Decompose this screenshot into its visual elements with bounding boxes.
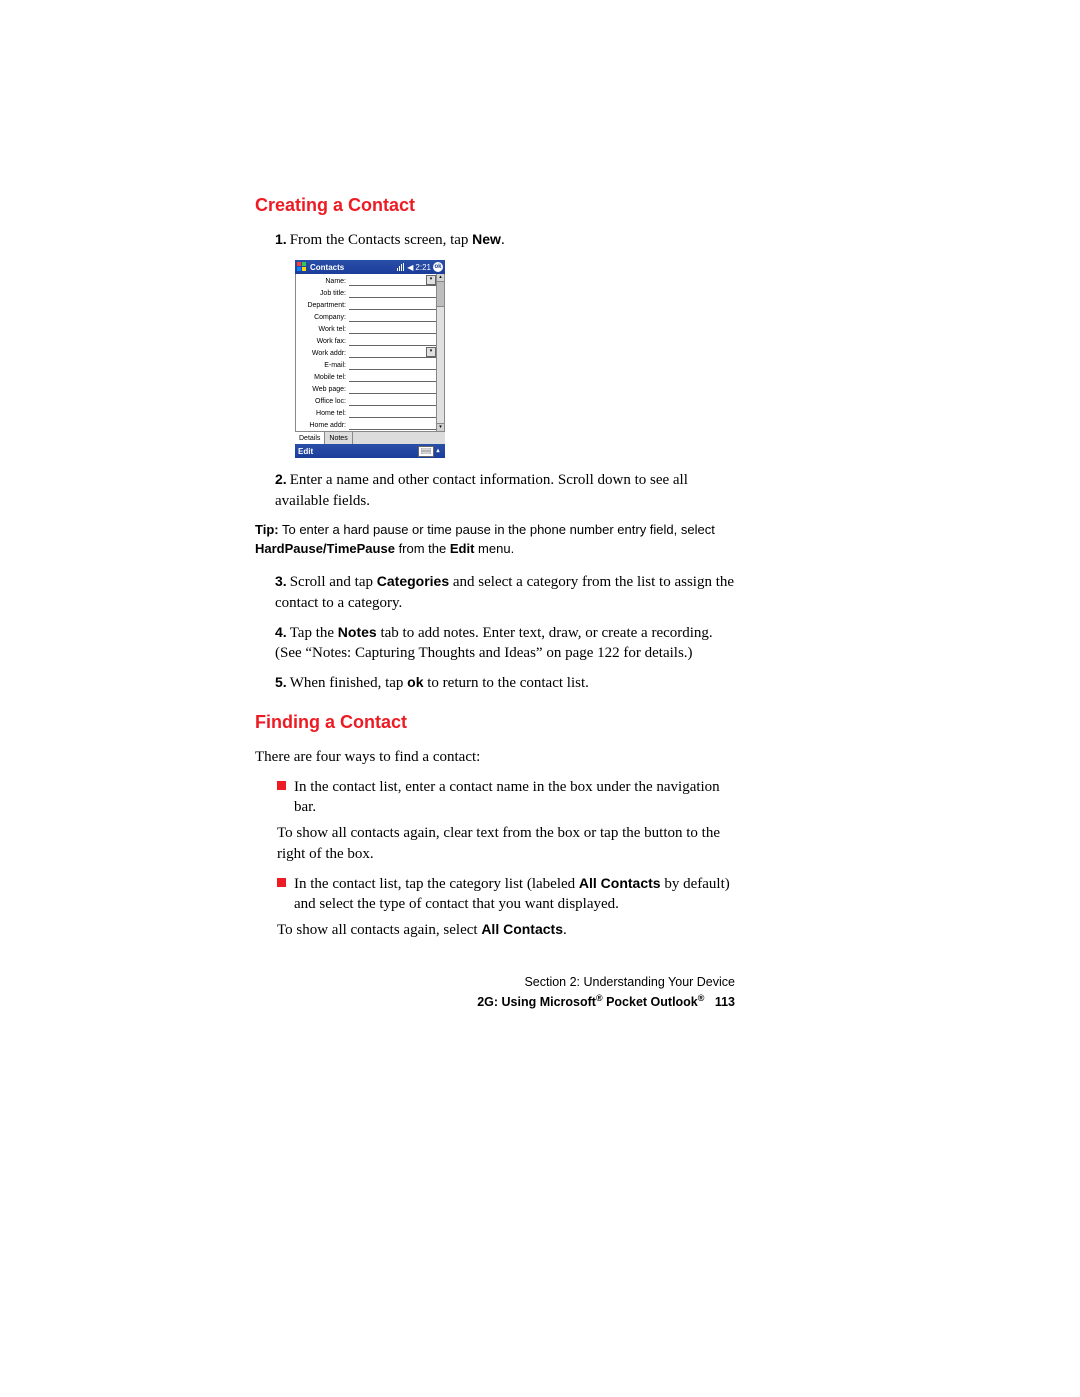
step-1: 1.From the Contacts screen, tap New. <box>275 230 735 250</box>
field-label: Job title: <box>296 290 349 297</box>
pda-tabs: Details Notes <box>295 431 445 444</box>
signal-icon <box>397 263 405 271</box>
pda-title: Contacts <box>310 263 397 272</box>
pda-status-area: ◀ 2:21 ok <box>397 262 443 272</box>
tab-notes: Notes <box>325 432 352 444</box>
page-footer: Section 2: Understanding Your Device 2G:… <box>255 973 735 1012</box>
heading-finding-contact: Finding a Contact <box>255 712 735 733</box>
speaker-icon: ◀ <box>407 263 413 272</box>
edit-menu-label: Edit <box>298 447 313 456</box>
field-label: Name: <box>296 278 349 285</box>
step-4: 4.Tap the Notes tab to add notes. Enter … <box>275 623 735 664</box>
tab-details: Details <box>295 432 325 444</box>
pda-scrollbar: ▴ ▾ <box>436 274 444 431</box>
scroll-down-icon: ▾ <box>437 423 444 431</box>
finding-intro: There are four ways to find a contact: <box>255 747 735 767</box>
pda-form-body: ▾ ▾ Name: Job title: Department: Company… <box>295 274 445 431</box>
workaddr-dropdown-icon: ▾ <box>426 347 436 357</box>
footer-chapter-line: 2G: Using Microsoft® Pocket Outlook® 113 <box>255 992 735 1012</box>
field-label: Home tel: <box>296 410 349 417</box>
scroll-up-icon: ▴ <box>437 274 444 282</box>
bullet-2-subtext: To show all contacts again, select All C… <box>277 920 735 940</box>
heading-creating-contact: Creating a Contact <box>255 195 735 216</box>
field-label: Work tel: <box>296 326 349 333</box>
field-label: Web page: <box>296 386 349 393</box>
step-3: 3.Scroll and tap Categories and select a… <box>275 572 735 613</box>
bullet-1-subtext: To show all contacts again, clear text f… <box>277 823 735 864</box>
footer-section-line: Section 2: Understanding Your Device <box>255 973 735 992</box>
step-5: 5.When finished, tap ok to return to the… <box>275 673 735 693</box>
pda-time: 2:21 <box>415 263 431 272</box>
pda-titlebar: Contacts ◀ 2:21 ok <box>295 260 445 274</box>
field-label: Mobile tel: <box>296 374 349 381</box>
field-label: Office loc: <box>296 398 349 405</box>
field-label: Department: <box>296 302 349 309</box>
field-label: Home addr: <box>296 422 349 429</box>
windows-start-icon <box>297 262 307 272</box>
bullet-2: In the contact list, tap the category li… <box>277 874 735 915</box>
tip-block: Tip: To enter a hard pause or time pause… <box>255 521 735 559</box>
field-label: Company: <box>296 314 349 321</box>
bullet-icon <box>277 781 286 790</box>
field-label: Work addr: <box>296 350 349 357</box>
field-label: E-mail: <box>296 362 349 369</box>
step-2: 2.Enter a name and other contact informa… <box>275 470 735 511</box>
name-dropdown-icon: ▾ <box>426 275 436 285</box>
bullet-1: In the contact list, enter a contact nam… <box>277 777 735 818</box>
pda-bottombar: Edit ▴ <box>295 444 445 458</box>
bullet-icon <box>277 878 286 887</box>
pocketpc-screenshot: Contacts ◀ 2:21 ok ▾ ▾ Name: Job title: … <box>295 260 445 458</box>
ok-button-icon: ok <box>433 262 443 272</box>
input-dropdown-icon: ▴ <box>434 447 442 456</box>
keyboard-icon <box>418 446 434 457</box>
field-label: Work fax: <box>296 338 349 345</box>
